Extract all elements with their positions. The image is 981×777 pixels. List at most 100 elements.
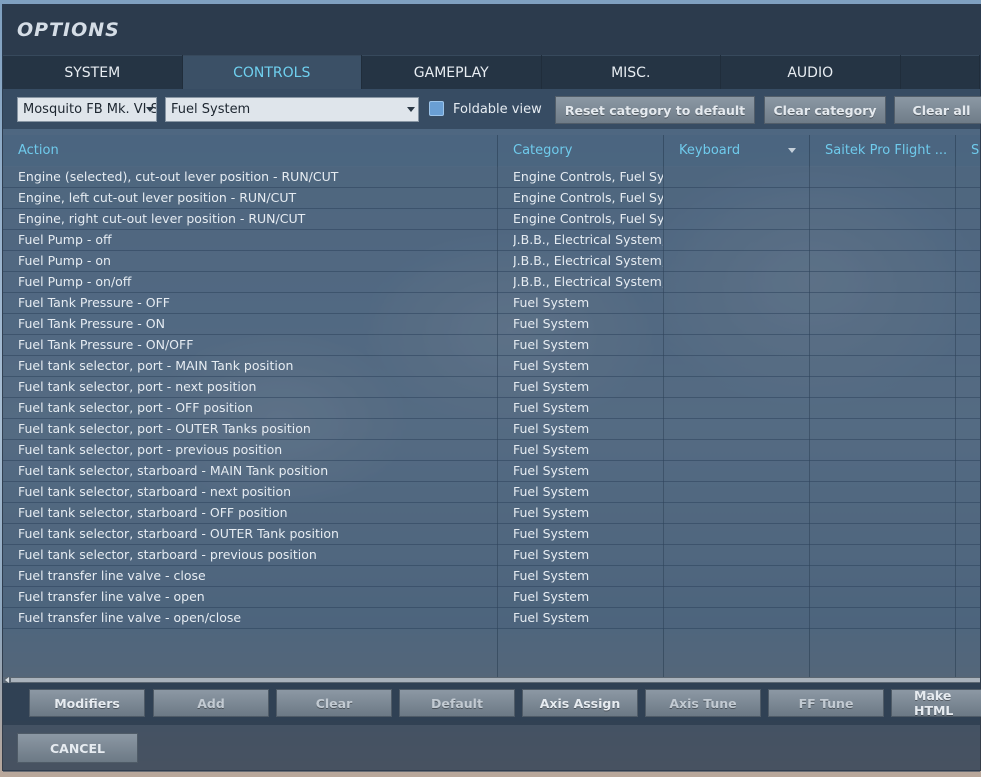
action-cell: Fuel tank selector, port - OUTER Tanks p… xyxy=(18,421,311,436)
reset-category-button[interactable]: Reset category to default xyxy=(555,96,755,124)
aircraft-select[interactable]: Mosquito FB Mk. VI S xyxy=(17,97,157,122)
table-row[interactable]: Engine, left cut-out lever position - RU… xyxy=(3,188,980,209)
ff-tune-button[interactable]: FF Tune xyxy=(768,689,884,717)
action-cell: Fuel transfer line valve - close xyxy=(18,568,206,583)
table-row[interactable]: Fuel tank selector, port - OUTER Tanks p… xyxy=(3,419,980,440)
category-select[interactable]: Fuel System xyxy=(165,97,419,122)
table-body: Engine (selected), cut-out lever positio… xyxy=(3,167,980,629)
table-row[interactable]: Fuel tank selector, starboard - previous… xyxy=(3,545,980,566)
column-header-action-label: Action xyxy=(18,143,59,158)
category-cell: Fuel System xyxy=(513,463,590,478)
chevron-down-icon xyxy=(788,148,797,153)
table-row[interactable]: Fuel tank selector, port - next position… xyxy=(3,377,980,398)
aircraft-select-value: Mosquito FB Mk. VI S xyxy=(23,102,157,117)
table-row[interactable]: Fuel Pump - on J.B.B., Electrical System,… xyxy=(3,251,980,272)
column-header-keyboard-label: Keyboard xyxy=(679,143,741,158)
category-cell: J.B.B., Electrical System, F xyxy=(513,274,663,289)
category-cell: Fuel System xyxy=(513,484,590,499)
category-cell: Fuel System xyxy=(513,505,590,520)
table-row[interactable]: Fuel tank selector, port - MAIN Tank pos… xyxy=(3,356,980,377)
add-button[interactable]: Add xyxy=(153,689,269,717)
cancel-button[interactable]: CANCEL xyxy=(17,733,138,763)
table-row[interactable]: Fuel tank selector, starboard - OUTER Ta… xyxy=(3,524,980,545)
category-cell: J.B.B., Electrical System, F xyxy=(513,232,663,247)
column-header-device1-label: Saitek Pro Flight ... xyxy=(825,143,948,158)
action-cell: Fuel Pump - off xyxy=(18,232,112,247)
window-title: OPTIONS xyxy=(17,19,120,41)
column-header-device2[interactable]: Sa xyxy=(971,135,980,166)
tab-bar: SYSTEM CONTROLS GAMEPLAY MISC. AUDIO xyxy=(3,55,980,89)
category-select-value: Fuel System xyxy=(171,102,251,117)
axis-tune-button[interactable]: Axis Tune xyxy=(645,689,761,717)
table-row[interactable]: Fuel Pump - off J.B.B., Electrical System… xyxy=(3,230,980,251)
scrollbar-thumb[interactable] xyxy=(11,678,980,682)
category-cell: Fuel System xyxy=(513,610,590,625)
controls-toolbar: Mosquito FB Mk. VI S Fuel System Foldabl… xyxy=(3,89,981,129)
category-cell: Fuel System xyxy=(513,442,590,457)
table-header: Action Category Keyboard Saitek Pro Flig… xyxy=(3,135,980,166)
clear-all-button[interactable]: Clear all xyxy=(894,96,981,124)
table-row[interactable]: Fuel Tank Pressure - ON/OFF Fuel System xyxy=(3,335,980,356)
title-bar: OPTIONS xyxy=(3,5,980,55)
category-cell: Fuel System xyxy=(513,400,590,415)
table-row[interactable]: Fuel transfer line valve - open Fuel Syst… xyxy=(3,587,980,608)
tab-system[interactable]: SYSTEM xyxy=(3,55,182,89)
table-row[interactable]: Engine, right cut-out lever position - R… xyxy=(3,209,980,230)
options-window: OPTIONS SYSTEM CONTROLS GAMEPLAY MISC. A… xyxy=(2,4,981,772)
table-row[interactable]: Fuel tank selector, starboard - next pos… xyxy=(3,482,980,503)
category-cell: Fuel System xyxy=(513,316,590,331)
category-cell: Fuel System xyxy=(513,547,590,562)
tab-audio[interactable]: AUDIO xyxy=(721,55,900,89)
default-button[interactable]: Default xyxy=(399,689,515,717)
clear-category-button[interactable]: Clear category xyxy=(764,96,886,124)
category-cell: Fuel System xyxy=(513,358,590,373)
action-cell: Fuel tank selector, port - OFF position xyxy=(18,400,253,415)
action-cell: Engine, left cut-out lever position - RU… xyxy=(18,190,297,205)
action-cell: Fuel tank selector, starboard - previous… xyxy=(18,547,317,562)
foldable-view-checkbox[interactable] xyxy=(429,101,444,116)
table-row[interactable]: Fuel tank selector, port - OFF position F… xyxy=(3,398,980,419)
action-cell: Engine (selected), cut-out lever positio… xyxy=(18,169,339,184)
action-cell: Fuel tank selector, starboard - MAIN Tan… xyxy=(18,463,329,478)
column-header-action[interactable]: Action xyxy=(18,135,488,166)
table-row[interactable]: Fuel Tank Pressure - OFF Fuel System xyxy=(3,293,980,314)
action-cell: Fuel tank selector, port - MAIN Tank pos… xyxy=(18,358,294,373)
action-cell: Fuel transfer line valve - open/close xyxy=(18,610,242,625)
tab-gameplay[interactable]: GAMEPLAY xyxy=(362,55,541,89)
action-cell: Fuel Tank Pressure - ON xyxy=(18,316,165,331)
tab-misc[interactable]: MISC. xyxy=(541,55,720,89)
modifiers-button[interactable]: Modifiers xyxy=(29,689,145,717)
action-cell: Fuel Pump - on/off xyxy=(18,274,132,289)
tab-controls[interactable]: CONTROLS xyxy=(182,55,361,89)
column-header-device2-label: Sa xyxy=(971,143,980,158)
axis-assign-button[interactable]: Axis Assign xyxy=(522,689,638,717)
tab-empty xyxy=(900,55,979,89)
category-cell: Fuel System xyxy=(513,295,590,310)
make-html-button[interactable]: Make HTML xyxy=(891,688,981,718)
column-header-category[interactable]: Category xyxy=(513,135,663,166)
table-row[interactable]: Fuel Tank Pressure - ON Fuel System xyxy=(3,314,980,335)
category-cell: Engine Controls, Fuel Syst xyxy=(513,169,663,184)
column-header-keyboard[interactable]: Keyboard xyxy=(679,135,809,166)
table-row[interactable]: Fuel Pump - on/off J.B.B., Electrical Sys… xyxy=(3,272,980,293)
foldable-view-label: Foldable view xyxy=(453,102,542,117)
clear-button[interactable]: Clear xyxy=(276,689,392,717)
category-cell: Fuel System xyxy=(513,526,590,541)
action-cell: Fuel tank selector, starboard - OUTER Ta… xyxy=(18,526,339,541)
category-cell: Fuel System xyxy=(513,337,590,352)
column-header-device1[interactable]: Saitek Pro Flight ... xyxy=(825,135,955,166)
table-row[interactable]: Fuel transfer line valve - open/close Fue… xyxy=(3,608,980,629)
bindings-table: Action Category Keyboard Saitek Pro Flig… xyxy=(3,129,980,677)
action-cell: Engine, right cut-out lever position - R… xyxy=(18,211,306,226)
category-cell: Engine Controls, Fuel Syst xyxy=(513,190,663,205)
table-row[interactable]: Engine (selected), cut-out lever positio… xyxy=(3,167,980,188)
table-row[interactable]: Fuel tank selector, starboard - MAIN Tan… xyxy=(3,461,980,482)
footer: CANCEL xyxy=(3,725,980,772)
category-cell: Engine Controls, Fuel Syst xyxy=(513,211,663,226)
category-cell: Fuel System xyxy=(513,589,590,604)
chevron-down-icon xyxy=(407,107,415,112)
table-row[interactable]: Fuel tank selector, starboard - OFF posi… xyxy=(3,503,980,524)
table-row[interactable]: Fuel transfer line valve - close Fuel Sys… xyxy=(3,566,980,587)
table-row[interactable]: Fuel tank selector, port - previous posi… xyxy=(3,440,980,461)
action-cell: Fuel tank selector, port - next position xyxy=(18,379,257,394)
